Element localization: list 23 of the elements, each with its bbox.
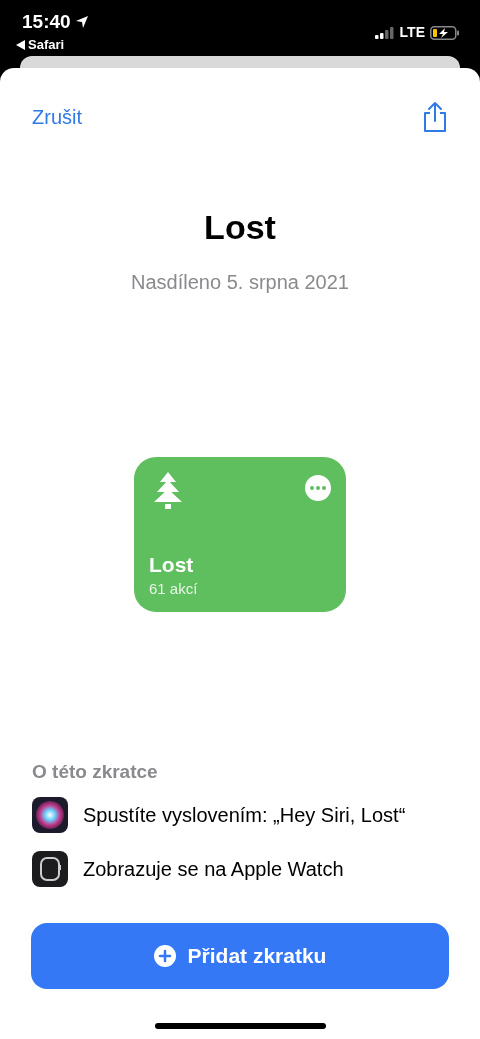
shortcut-card[interactable]: Lost 61 akcí [134, 457, 346, 612]
cancel-button[interactable]: Zrušit [32, 102, 82, 132]
watch-icon [32, 850, 68, 887]
back-to-app-link[interactable]: Safari [16, 35, 65, 55]
shared-date: Nasdíleno 5. srpna 2021 [131, 270, 349, 295]
info-text: Zobrazuje se na Apple Watch [83, 856, 344, 882]
network-type: LTE [399, 23, 425, 42]
tree-icon [154, 472, 182, 510]
section-heading: O této zkratce [32, 760, 159, 784]
action-count: 61 akcí [149, 578, 199, 599]
location-arrow-icon [74, 15, 89, 30]
share-icon[interactable] [422, 101, 448, 133]
battery-charging-icon [430, 25, 460, 40]
card-title: Lost [149, 551, 195, 578]
info-text: Spustíte vyslovením: „Hey Siri, Lost“ [83, 802, 406, 828]
more-button[interactable] [305, 475, 331, 501]
back-triangle-icon [16, 39, 25, 50]
siri-orb-icon [32, 796, 68, 833]
status-time: 15:40 [22, 10, 71, 34]
add-shortcut-button[interactable]: Přidat zkratku [31, 922, 449, 989]
shortcut-title: Lost [204, 207, 276, 248]
signal-icon [374, 26, 395, 39]
plus-circle-icon [153, 944, 176, 967]
